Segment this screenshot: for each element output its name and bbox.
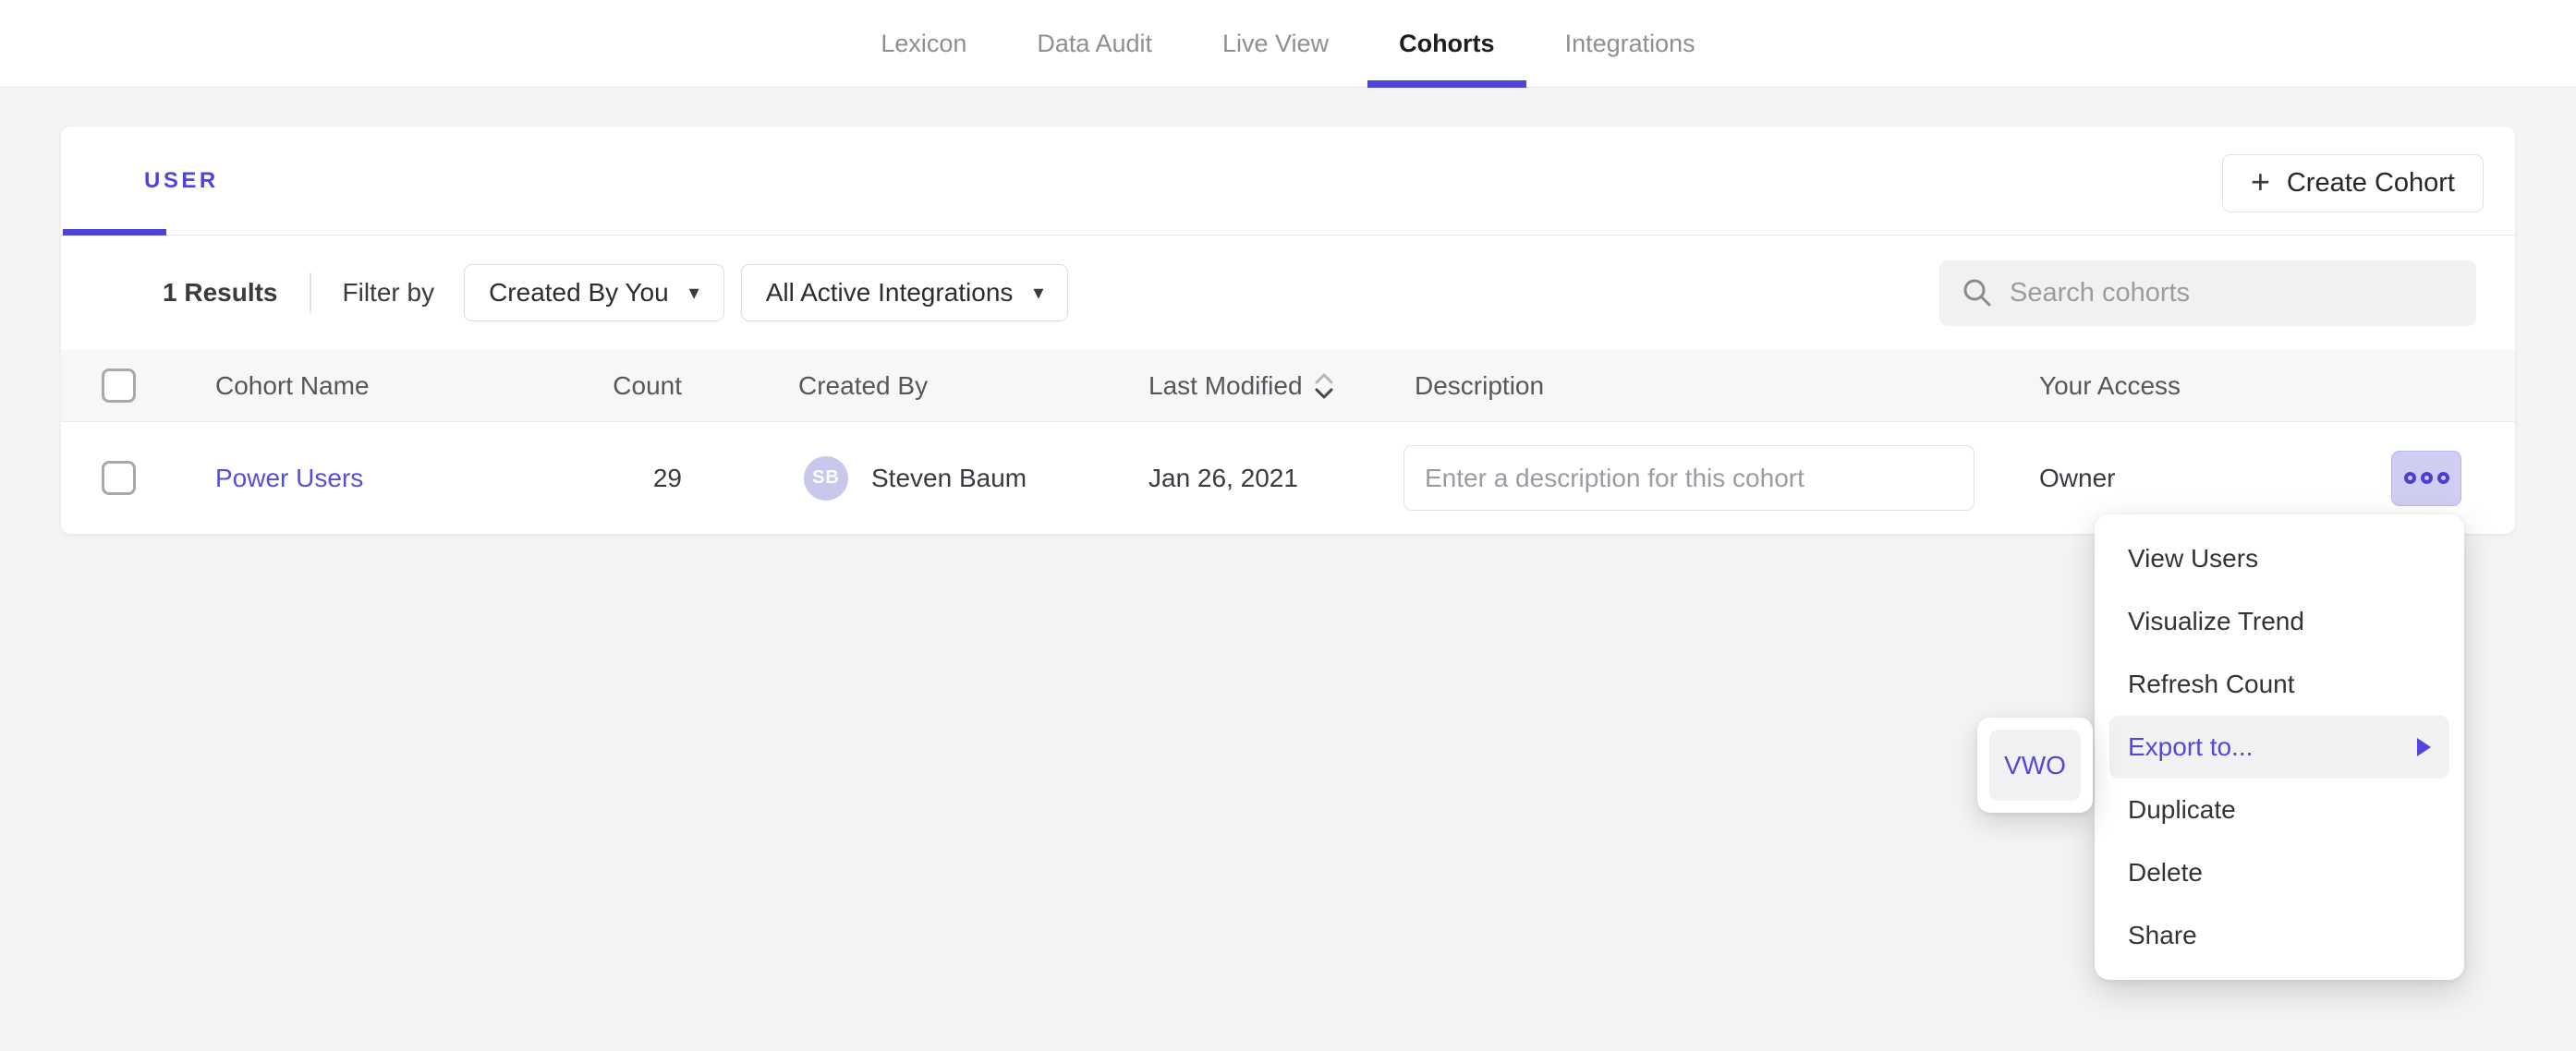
menu-item-visualize-trend[interactable]: Visualize Trend bbox=[2109, 590, 2449, 653]
filter-by-label: Filter by bbox=[343, 278, 435, 308]
cohort-name-cell: Power Users bbox=[215, 464, 523, 493]
create-cohort-label: Create Cohort bbox=[2287, 168, 2455, 199]
tab-user[interactable]: USER bbox=[144, 168, 219, 194]
row-checkbox[interactable] bbox=[102, 461, 136, 495]
submenu-item-vwo[interactable]: VWO bbox=[1989, 730, 2081, 801]
integrations-dropdown-value: All Active Integrations bbox=[766, 278, 1014, 308]
last-modified-cell: Jan 26, 2021 bbox=[1148, 464, 1415, 493]
search-icon bbox=[1962, 277, 1993, 308]
export-submenu: VWO bbox=[1977, 718, 2093, 813]
dot-icon bbox=[2404, 472, 2416, 484]
table-header-row: Cohort Name Count Created By Last Modifi… bbox=[61, 350, 2515, 422]
created-by-dropdown[interactable]: Created By You ▾ bbox=[464, 264, 724, 321]
search-box[interactable] bbox=[1939, 260, 2476, 326]
menu-item-view-users[interactable]: View Users bbox=[2109, 527, 2449, 590]
column-header-count: Count bbox=[523, 371, 682, 401]
sort-icon bbox=[1314, 370, 1334, 402]
tab-active-underline bbox=[63, 229, 166, 236]
top-navigation: Lexicon Data Audit Live View Cohorts Int… bbox=[0, 0, 2576, 88]
column-header-your-access: Your Access bbox=[2039, 371, 2391, 401]
created-by-name: Steven Baum bbox=[871, 464, 1027, 493]
description-input[interactable] bbox=[1403, 445, 1975, 511]
cohorts-panel: USER + Create Cohort 1 Results Filter by… bbox=[61, 127, 2515, 534]
divider bbox=[310, 272, 311, 313]
column-header-last-modified[interactable]: Last Modified bbox=[1148, 370, 1415, 402]
panel-tab-bar: USER + Create Cohort bbox=[61, 127, 2515, 236]
header-checkbox-cell bbox=[61, 368, 215, 403]
cohort-count-cell: 29 bbox=[523, 464, 682, 493]
actions-cell bbox=[2391, 451, 2515, 506]
nav-item-data-audit[interactable]: Data Audit bbox=[1005, 0, 1184, 87]
menu-item-share[interactable]: Share bbox=[2109, 904, 2449, 967]
your-access-cell: Owner bbox=[2039, 464, 2391, 493]
filter-bar: 1 Results Filter by Created By You ▾ All… bbox=[61, 236, 2515, 350]
cohort-name-link[interactable]: Power Users bbox=[215, 464, 363, 492]
nav-item-cohorts[interactable]: Cohorts bbox=[1367, 0, 1526, 87]
nav-item-lexicon[interactable]: Lexicon bbox=[849, 0, 998, 87]
nav-item-integrations[interactable]: Integrations bbox=[1534, 0, 1727, 87]
menu-item-export-to[interactable]: Export to... bbox=[2109, 716, 2449, 779]
plus-icon: + bbox=[2251, 165, 2270, 199]
dot-icon bbox=[2421, 472, 2433, 484]
description-cell bbox=[1415, 445, 2039, 511]
avatar: SB bbox=[804, 456, 848, 501]
results-count: 1 Results bbox=[163, 278, 278, 308]
create-cohort-button[interactable]: + Create Cohort bbox=[2222, 154, 2484, 212]
chevron-down-icon: ▾ bbox=[1033, 281, 1043, 305]
created-by-dropdown-value: Created By You bbox=[489, 278, 669, 308]
created-by-cell: SB Steven Baum bbox=[682, 456, 1148, 501]
chevron-down-icon: ▾ bbox=[689, 281, 699, 305]
row-actions-context-menu: View Users Visualize Trend Refresh Count… bbox=[2095, 514, 2464, 980]
row-checkbox-cell bbox=[61, 461, 215, 495]
dot-icon bbox=[2437, 472, 2449, 484]
column-header-description: Description bbox=[1415, 371, 2039, 401]
menu-item-duplicate[interactable]: Duplicate bbox=[2109, 779, 2449, 841]
export-to-label: Export to... bbox=[2128, 732, 2253, 762]
column-header-cohort-name: Cohort Name bbox=[215, 371, 523, 401]
menu-item-refresh-count[interactable]: Refresh Count bbox=[2109, 653, 2449, 716]
nav-item-live-view[interactable]: Live View bbox=[1191, 0, 1360, 87]
submenu-arrow-icon bbox=[2417, 738, 2431, 756]
select-all-checkbox[interactable] bbox=[102, 368, 136, 403]
integrations-dropdown[interactable]: All Active Integrations ▾ bbox=[741, 264, 1069, 321]
menu-item-delete[interactable]: Delete bbox=[2109, 841, 2449, 904]
last-modified-label: Last Modified bbox=[1148, 371, 1303, 401]
search-input[interactable] bbox=[2010, 278, 2454, 308]
row-actions-button[interactable] bbox=[2391, 451, 2461, 506]
column-header-created-by: Created By bbox=[682, 371, 1148, 401]
